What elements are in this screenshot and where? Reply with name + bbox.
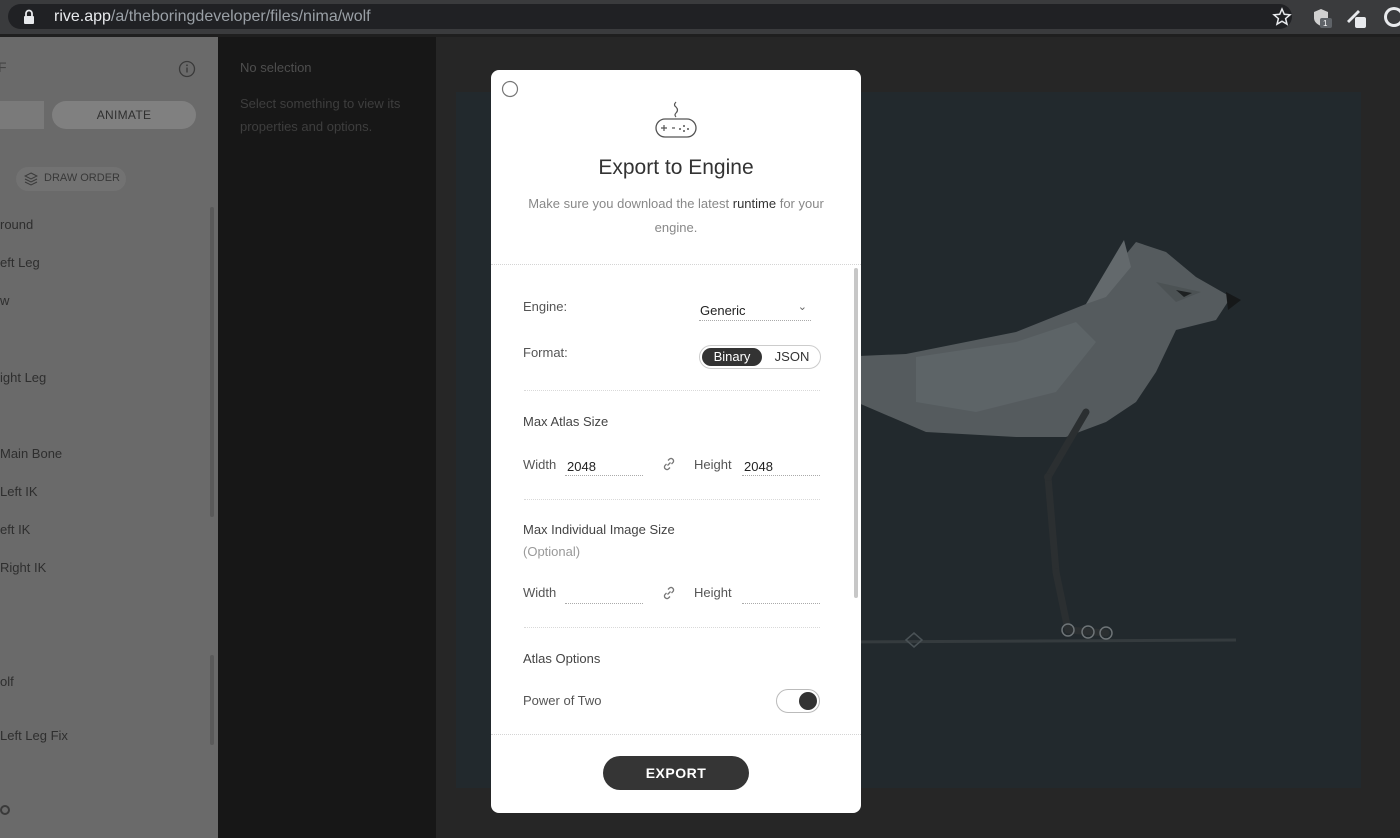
hierarchy-item[interactable]: w — [0, 293, 9, 308]
format-toggle: Binary JSON — [699, 345, 821, 369]
hierarchy-item[interactable]: Right IK — [0, 560, 46, 575]
extension-badge: 1 — [1323, 19, 1328, 28]
design-mode-tab[interactable]: ▾ — [0, 101, 44, 129]
divider — [524, 627, 820, 629]
close-icon[interactable] — [501, 80, 519, 98]
link-icon[interactable] — [661, 456, 677, 472]
format-binary-option[interactable]: Binary — [702, 348, 762, 366]
gamepad-icon — [655, 101, 697, 138]
image-width-input[interactable] — [565, 585, 643, 604]
mode-switcher: ▾ ANIMATE — [0, 101, 196, 129]
divider — [524, 390, 820, 392]
hierarchy-item[interactable]: Left IK — [0, 484, 38, 499]
extension-icon[interactable]: 1 — [1310, 6, 1332, 28]
hierarchy-scrollbar-lower[interactable] — [210, 655, 214, 745]
info-icon[interactable] — [178, 60, 196, 78]
hierarchy-item[interactable]: eft Leg — [0, 255, 40, 270]
subtitle-text: Make sure you download the latest — [528, 196, 733, 211]
hierarchy-scrollbar[interactable] — [210, 207, 214, 517]
format-label: Format: — [523, 345, 568, 360]
draw-order-label: DRAW ORDER — [44, 172, 120, 184]
atlas-height-input[interactable]: 2048 — [742, 457, 820, 476]
inspector-panel: No selection Select something to view it… — [218, 37, 436, 838]
modal-subtitle: Make sure you download the latest runtim… — [525, 192, 827, 240]
address-bar[interactable]: rive.app/a/theboringdeveloper/files/nima… — [8, 4, 1292, 29]
atlas-size-title: Max Atlas Size — [523, 414, 609, 429]
profile-icon[interactable] — [1382, 6, 1400, 28]
atlas-height-value: 2048 — [744, 459, 773, 474]
url-path: /a/theboringdeveloper/files/nima/wolf — [110, 8, 371, 25]
atlas-width-label: Width — [523, 457, 557, 472]
hierarchy-item[interactable]: Left Leg Fix — [0, 728, 68, 743]
browser-toolbar: rive.app/a/theboringdeveloper/files/nima… — [0, 0, 1400, 34]
image-size-optional: (Optional) — [523, 544, 581, 559]
toggle-knob — [799, 692, 817, 710]
divider — [524, 499, 820, 501]
hierarchy-panel: F ▾ ANIMATE DRAW ORDER round eft Leg w i… — [0, 37, 218, 838]
link-icon[interactable] — [661, 585, 677, 601]
image-width-label: Width — [523, 585, 557, 600]
hierarchy-item[interactable]: Main Bone — [0, 446, 62, 461]
atlas-width-value: 2048 — [567, 459, 596, 474]
layers-icon — [24, 172, 38, 186]
atlas-height-label: Height — [694, 457, 732, 472]
animate-mode-tab[interactable]: ANIMATE — [52, 101, 196, 129]
image-height-label: Height — [694, 585, 732, 600]
engine-select[interactable]: Generic ⌄ — [699, 301, 811, 321]
divider — [491, 734, 861, 736]
url-text[interactable]: rive.app/a/theboringdeveloper/files/nima… — [54, 8, 371, 26]
format-json-option[interactable]: JSON — [770, 348, 814, 366]
url-host: rive.app — [54, 8, 111, 25]
atlas-options-title: Atlas Options — [523, 651, 601, 666]
hierarchy-item[interactable]: olf — [0, 674, 14, 689]
inspector-title: No selection — [240, 60, 312, 75]
hierarchy-item[interactable]: eft IK — [0, 522, 30, 537]
power-of-two-toggle[interactable] — [776, 689, 820, 713]
hierarchy-item[interactable]: ight Leg — [0, 370, 46, 385]
export-button[interactable]: EXPORT — [603, 756, 749, 790]
image-size-title: Max Individual Image Size — [523, 522, 675, 537]
draw-order-button[interactable]: DRAW ORDER — [16, 167, 126, 191]
pen-extension-icon[interactable] — [1344, 5, 1368, 29]
engine-label: Engine: — [523, 299, 568, 314]
image-height-input[interactable] — [742, 585, 820, 604]
export-modal: Export to Engine Make sure you download … — [491, 70, 861, 813]
engine-select-value: Generic — [700, 303, 746, 318]
modal-title: Export to Engine — [598, 156, 754, 179]
atlas-width-input[interactable]: 2048 — [565, 457, 643, 476]
power-of-two-label: Power of Two — [523, 693, 602, 708]
inspector-hint: Select something to view its properties … — [240, 96, 401, 134]
divider — [491, 264, 861, 266]
lock-icon — [24, 9, 34, 24]
modal-scrollbar[interactable] — [854, 268, 858, 598]
bookmark-star-icon[interactable] — [1272, 7, 1292, 27]
hierarchy-item[interactable]: round — [0, 217, 33, 232]
gear-icon[interactable] — [0, 803, 12, 817]
menu-icon[interactable]: F — [0, 59, 7, 75]
chevron-down-icon: ⌄ — [797, 301, 807, 313]
runtime-link[interactable]: runtime — [733, 196, 776, 211]
